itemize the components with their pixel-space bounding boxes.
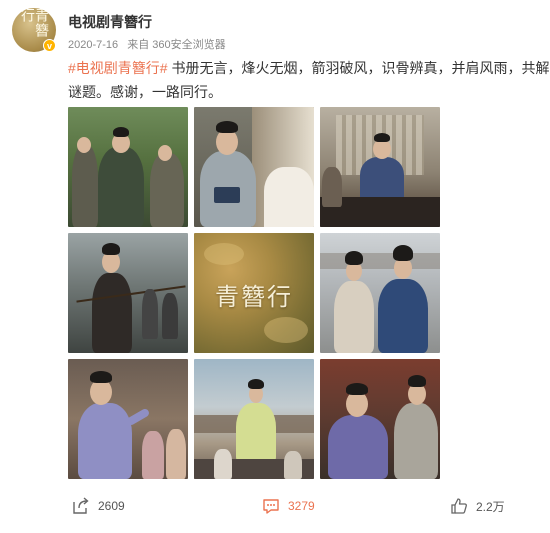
comment-count: 3279 — [288, 499, 315, 513]
verified-badge-icon: v — [43, 39, 56, 52]
share-button[interactable]: 2609 — [72, 497, 125, 515]
thumbs-up-icon — [451, 498, 467, 514]
share-count: 2609 — [98, 499, 125, 513]
comment-icon — [263, 499, 279, 514]
like-button[interactable]: 2.2万 — [450, 497, 505, 515]
image-2[interactable] — [194, 107, 314, 227]
post-source: 来自 360安全浏览器 — [127, 39, 226, 51]
image-1[interactable] — [68, 107, 188, 227]
image-5[interactable]: 青簪行 — [194, 233, 314, 353]
post-date[interactable]: 2020-7-16 — [68, 39, 118, 51]
image-4[interactable] — [68, 233, 188, 353]
image-grid: 青簪行 — [68, 107, 440, 479]
like-count: 2.2万 — [476, 499, 505, 514]
post-meta: 2020-7-16 来自 360安全浏览器 — [68, 36, 226, 52]
title-card-caption: 青簪行 — [215, 283, 293, 311]
image-6[interactable] — [320, 233, 440, 353]
image-7[interactable] — [68, 359, 188, 479]
account-name[interactable]: 电视剧青簪行 — [68, 12, 152, 32]
action-bar: 2609 3279 2.2万 — [0, 485, 550, 525]
image-3[interactable] — [320, 107, 440, 227]
image-8[interactable] — [194, 359, 314, 479]
comment-button[interactable]: 3279 — [262, 497, 315, 515]
hashtag-link[interactable]: #电视剧青簪行# — [68, 60, 168, 76]
image-9[interactable] — [320, 359, 440, 479]
share-icon — [73, 497, 89, 514]
post-text: #电视剧青簪行# 书册无言，烽火无烟，箭羽破风，识骨辨真，并肩风雨，共解谜题。感… — [68, 56, 550, 104]
